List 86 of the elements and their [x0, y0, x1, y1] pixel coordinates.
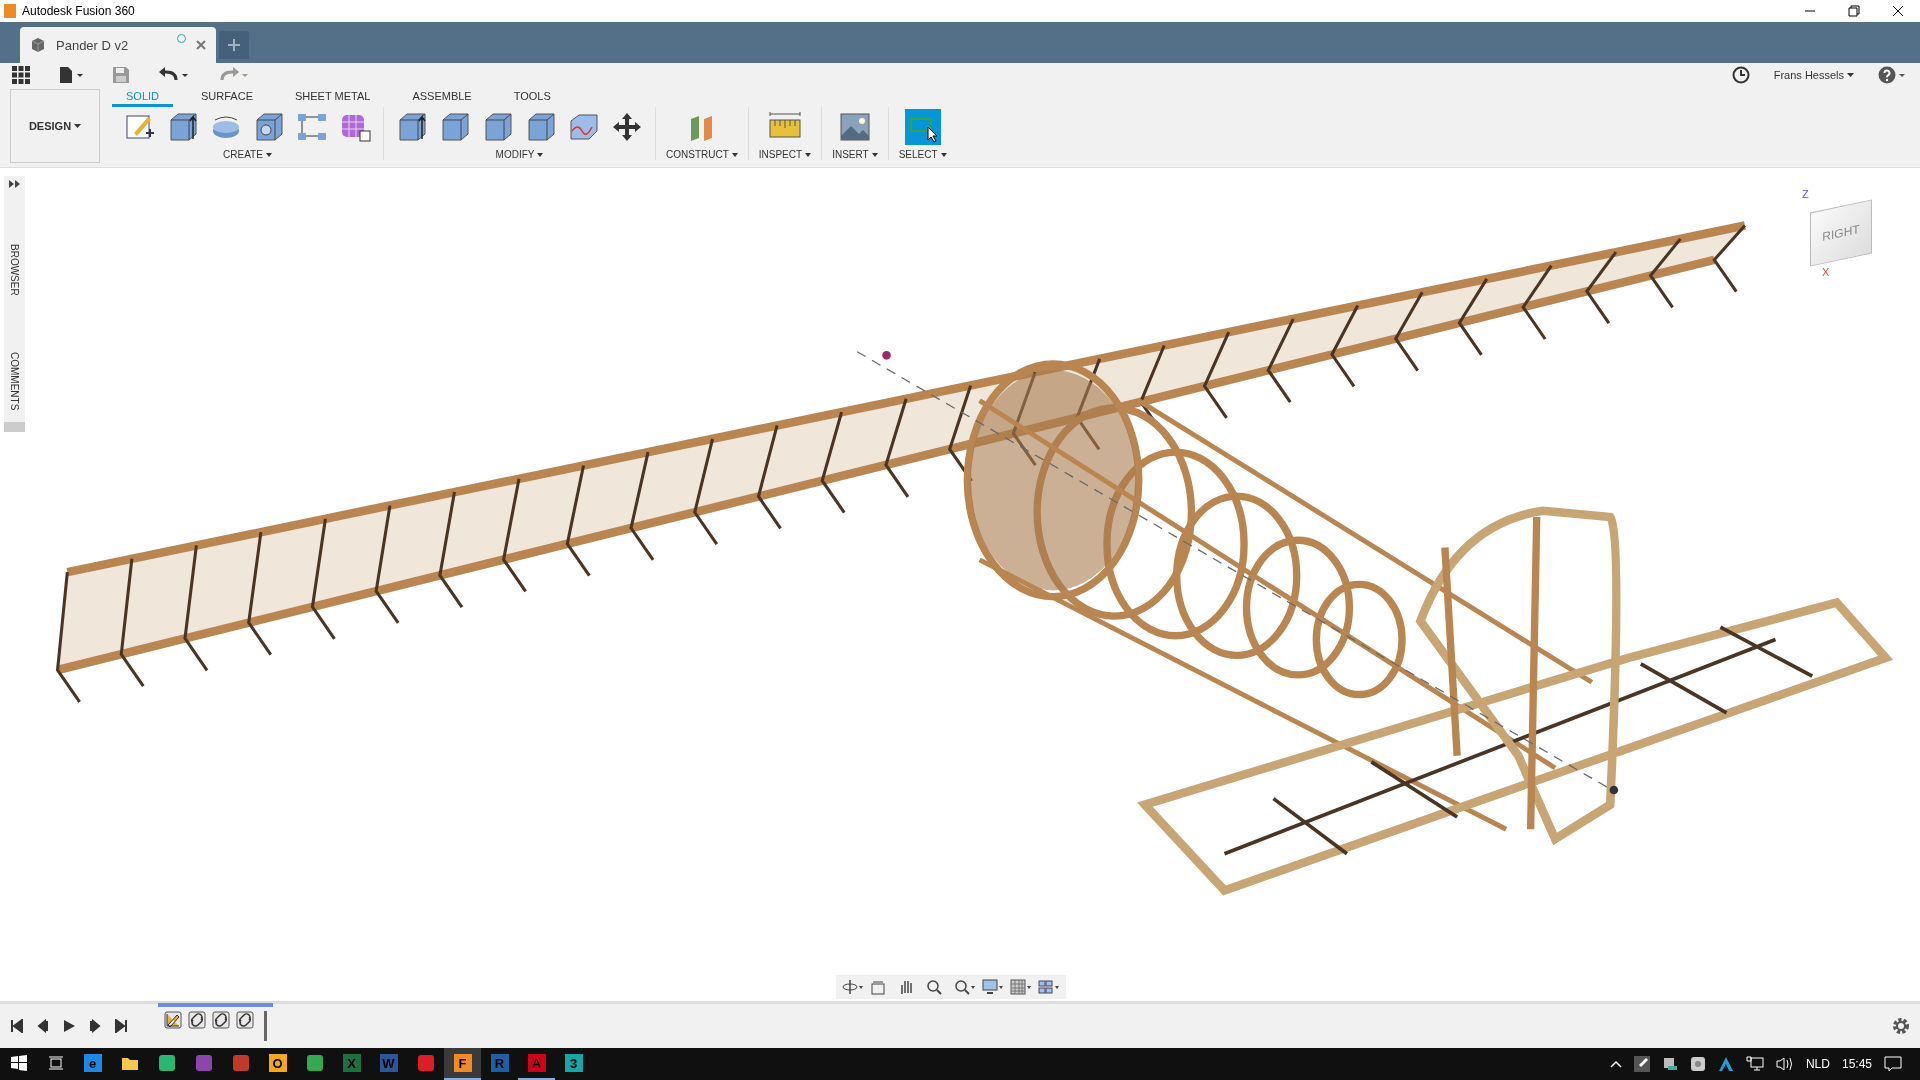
- step-forward-icon[interactable]: [88, 1018, 102, 1033]
- fillet-cube-icon: [439, 111, 471, 144]
- app-icon: A: [527, 1054, 546, 1072]
- caret-icon: [265, 152, 272, 157]
- help-icon[interactable]: [1878, 66, 1906, 85]
- axis-label: Z: [1802, 187, 1809, 200]
- network-icon[interactable]: [1745, 1056, 1764, 1072]
- axis-label: X: [1822, 265, 1830, 278]
- app-logo-icon: [4, 3, 16, 18]
- skip-end-icon[interactable]: [114, 1018, 128, 1033]
- combine-boxes-icon: [525, 111, 557, 144]
- press-pull-icon: [396, 111, 428, 144]
- app-icon: e: [83, 1054, 102, 1072]
- taskbar-app[interactable]: 3: [555, 1048, 592, 1080]
- tool-group-dropdown[interactable]: MODIFY: [495, 149, 544, 161]
- app-icon: W: [379, 1054, 398, 1072]
- grid-icon[interactable]: [1010, 978, 1032, 995]
- document-tab[interactable]: Pander D v2: [20, 27, 216, 64]
- viewports-icon[interactable]: [1038, 978, 1060, 995]
- clock-time[interactable]: 15:45: [1841, 1057, 1872, 1071]
- history-clock-icon[interactable]: [1731, 66, 1750, 85]
- play-icon[interactable]: [62, 1018, 76, 1033]
- workspace-dropdown[interactable]: DESIGN: [10, 89, 100, 164]
- tool-group-dropdown[interactable]: CONSTRUCT: [666, 149, 738, 161]
- caret-icon: [731, 152, 738, 157]
- window-title: Autodesk Fusion 360: [22, 3, 135, 18]
- timeline-marker[interactable]: [264, 1010, 267, 1041]
- app-icon: O: [268, 1054, 287, 1072]
- fit-zoom-icon[interactable]: [954, 978, 976, 995]
- taskbar-app[interactable]: O: [259, 1048, 296, 1080]
- toolbar-tab[interactable]: TOOLS: [499, 87, 565, 107]
- plus-icon: [227, 38, 241, 53]
- apps-grid-icon[interactable]: [12, 66, 30, 85]
- task-view-icon: [47, 1055, 64, 1071]
- side-panel-tab[interactable]: COMMENTS: [9, 351, 20, 410]
- tool-group-dropdown[interactable]: SELECT: [898, 149, 947, 161]
- extrude-box-icon: [167, 111, 199, 144]
- caret-icon: [1847, 73, 1854, 78]
- sketch-feature-icon[interactable]: [164, 1010, 182, 1029]
- expand-icon[interactable]: [8, 179, 21, 188]
- app-icon: R: [490, 1054, 509, 1072]
- caret-icon: [871, 152, 878, 157]
- tool-group-dropdown[interactable]: INSERT: [832, 149, 878, 161]
- toolbar-tab[interactable]: ASSEMBLE: [398, 87, 486, 107]
- shell-box-icon: [482, 111, 514, 144]
- cube-icon: [30, 37, 46, 54]
- close-icon[interactable]: [1892, 4, 1904, 17]
- windows-logo-icon: [10, 1055, 27, 1071]
- app-icon: 3: [564, 1054, 583, 1072]
- caret-icon: [537, 152, 544, 157]
- tray-app-icon[interactable]: [1689, 1056, 1706, 1072]
- language-indicator[interactable]: NLD: [1805, 1057, 1830, 1071]
- triangle-logo-icon[interactable]: [1717, 1056, 1734, 1072]
- toolbar-tab[interactable]: SURFACE: [187, 87, 267, 107]
- joint-feature-icon[interactable]: [236, 1010, 254, 1029]
- caret-icon: [74, 124, 82, 129]
- joint-feature-icon[interactable]: [212, 1010, 230, 1029]
- chevron-up-icon[interactable]: [1609, 1060, 1622, 1068]
- image-icon: [838, 111, 871, 144]
- taskbar-app[interactable]: F: [444, 1048, 481, 1080]
- file-menu-icon[interactable]: [58, 66, 84, 85]
- step-back-icon[interactable]: [36, 1018, 50, 1033]
- restore-icon[interactable]: [1848, 4, 1860, 17]
- caret-icon: [805, 152, 812, 157]
- new-tab-button[interactable]: [219, 31, 249, 60]
- toolbar-tab[interactable]: SHEET METAL: [281, 87, 385, 107]
- settings-icon[interactable]: [1892, 1016, 1910, 1035]
- taskbar-app[interactable]: A: [518, 1048, 555, 1080]
- hole-cube-icon: [253, 111, 285, 144]
- joint-feature-icon[interactable]: [188, 1010, 206, 1029]
- orbit-icon[interactable]: [842, 978, 864, 995]
- folder-icon: [120, 1055, 139, 1071]
- tool-group-dropdown[interactable]: INSPECT: [758, 149, 812, 161]
- tool-group-dropdown[interactable]: CREATE: [223, 149, 272, 161]
- monitor-icon[interactable]: [982, 978, 1004, 995]
- speaker-icon[interactable]: [1775, 1056, 1794, 1072]
- notification-icon[interactable]: [1884, 1056, 1902, 1072]
- side-panel-tab[interactable]: BROWSER: [9, 243, 20, 296]
- tray-app-icon[interactable]: [1661, 1056, 1678, 1072]
- caret-icon: [940, 152, 947, 157]
- tool-button[interactable]: [904, 109, 941, 146]
- taskbar-app[interactable]: e: [74, 1048, 111, 1080]
- skip-start-icon[interactable]: [10, 1018, 24, 1033]
- app-icon: X: [342, 1054, 361, 1072]
- user-menu[interactable]: Frans Hessels: [1773, 69, 1854, 82]
- app-icon: F: [453, 1054, 472, 1072]
